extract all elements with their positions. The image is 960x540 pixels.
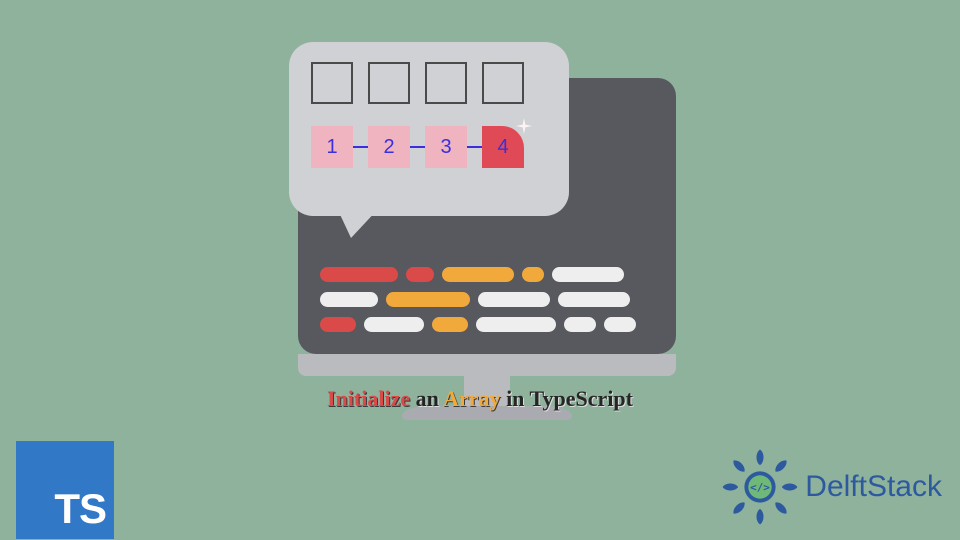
- code-pill: [320, 267, 398, 282]
- bubble-tail: [337, 208, 379, 238]
- array-slot: [311, 62, 353, 104]
- array-value-label: 4: [497, 136, 508, 159]
- delftstack-text: DelftStack: [805, 470, 942, 504]
- code-pill: [320, 317, 356, 332]
- delftstack-logo-icon: </>: [721, 448, 799, 526]
- typescript-badge: TS: [16, 441, 114, 539]
- array-slot: [368, 62, 410, 104]
- code-pill: [406, 267, 434, 282]
- code-pill: [476, 317, 556, 332]
- array-value: 3: [425, 126, 467, 168]
- code-pill: [552, 267, 624, 282]
- svg-text:</>: </>: [750, 481, 770, 494]
- code-pill: [478, 292, 550, 307]
- array-link: [410, 146, 425, 148]
- array-value: 1: [311, 126, 353, 168]
- empty-boxes-row: [311, 62, 547, 104]
- array-slot: [425, 62, 467, 104]
- code-pill: [604, 317, 636, 332]
- code-pill: [442, 267, 514, 282]
- array-value: 2: [368, 126, 410, 168]
- caption-word-an: an: [416, 386, 439, 411]
- delftstack-brand: </> DelftStack: [721, 448, 942, 526]
- code-pill: [386, 292, 470, 307]
- array-link: [353, 146, 368, 148]
- code-pill: [564, 317, 596, 332]
- code-area: [320, 257, 654, 332]
- array-bubble: 1 2 3 4: [289, 42, 569, 216]
- code-pill: [558, 292, 630, 307]
- sparkle-icon: [516, 118, 532, 134]
- code-pill: [320, 292, 378, 307]
- code-pill: [522, 267, 544, 282]
- array-link: [467, 146, 482, 148]
- monitor-bezel: [298, 354, 676, 376]
- filled-array-row: 1 2 3 4: [311, 126, 547, 168]
- array-slot: [482, 62, 524, 104]
- code-pill: [364, 317, 424, 332]
- code-pill: [432, 317, 468, 332]
- caption-word-initialize: Initialize: [327, 386, 410, 411]
- caption-rest: in TypeScript: [506, 386, 633, 411]
- title-caption: Initialize an Array in TypeScript: [0, 386, 960, 412]
- ts-badge-text: TS: [54, 485, 106, 533]
- caption-word-array: Array: [443, 386, 500, 411]
- array-value-highlight: 4: [482, 126, 524, 168]
